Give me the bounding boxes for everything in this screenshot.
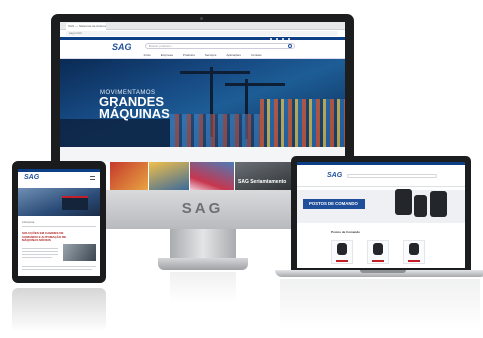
text-line bbox=[22, 269, 92, 270]
tablet-article-title: SOLUÇÕES EM CABINES DE COMANDO E AUTOMAÇ… bbox=[22, 231, 67, 242]
search-icon[interactable] bbox=[288, 44, 292, 48]
social-icons[interactable] bbox=[270, 37, 320, 40]
laptop-nav-bar bbox=[297, 183, 465, 187]
command-chair-image bbox=[395, 189, 412, 215]
nav-item[interactable]: Contato bbox=[251, 52, 262, 58]
search-input[interactable]: Buscar produtos... bbox=[145, 43, 295, 49]
tablet-small-heading: A Empresa bbox=[22, 221, 35, 224]
product-button[interactable] bbox=[408, 260, 420, 262]
feature-tile[interactable] bbox=[190, 162, 234, 190]
laptop-reflection bbox=[280, 279, 480, 329]
laptop-hero-banner: POSTOS DE COMANDO bbox=[303, 199, 365, 209]
tablet-article-image bbox=[63, 244, 96, 261]
command-chair-image bbox=[414, 195, 427, 217]
tablet-logo[interactable]: SAG bbox=[24, 174, 39, 181]
feature-tile[interactable] bbox=[110, 162, 148, 190]
monitor-camera-icon bbox=[200, 17, 203, 20]
product-chair-image bbox=[337, 243, 347, 255]
command-chair-image bbox=[430, 191, 447, 217]
monitor-stand-reflection bbox=[170, 272, 236, 302]
hero-title-line2: MÁQUINAS bbox=[99, 106, 170, 121]
monitor-stand-base bbox=[158, 258, 248, 270]
text-line bbox=[22, 266, 96, 267]
nav-item[interactable]: Produtos bbox=[183, 52, 195, 58]
main-navigation: Início Empresa Produtos Serviços Aplicaç… bbox=[60, 52, 345, 59]
feature-tile[interactable] bbox=[149, 162, 189, 190]
nav-item[interactable]: Aplicações bbox=[226, 52, 241, 58]
nav-item[interactable]: Início bbox=[144, 52, 151, 58]
tablet-header-bar bbox=[18, 169, 100, 172]
tablet-reflection bbox=[12, 288, 106, 332]
text-line bbox=[22, 254, 58, 255]
product-chair-image bbox=[373, 243, 383, 255]
feature-tile[interactable] bbox=[235, 162, 295, 190]
browser-tab[interactable]: SAG — Sistemas de Automação bbox=[66, 23, 106, 30]
tile-caption: SAG Seriamtamento bbox=[238, 179, 287, 185]
laptop-opening-notch bbox=[360, 270, 406, 273]
laptop-logo[interactable]: SAG bbox=[327, 172, 342, 179]
address-bar[interactable]: sag.ind.br bbox=[66, 31, 338, 36]
product-button[interactable] bbox=[372, 260, 384, 262]
nav-item[interactable]: Serviços bbox=[205, 52, 217, 58]
menu-icon[interactable] bbox=[90, 176, 95, 180]
tablet-hero-building bbox=[62, 196, 88, 210]
text-line bbox=[22, 257, 52, 258]
laptop-search-input[interactable] bbox=[347, 174, 437, 178]
product-button[interactable] bbox=[336, 260, 348, 262]
nav-item[interactable]: Empresa bbox=[161, 52, 173, 58]
site-logo[interactable]: SAG bbox=[112, 42, 132, 52]
laptop-header-bar bbox=[297, 162, 465, 165]
text-line bbox=[22, 251, 58, 252]
divider bbox=[22, 226, 96, 227]
laptop-section-title: Postos de Comando bbox=[331, 230, 361, 234]
product-chair-image bbox=[409, 243, 419, 255]
text-line bbox=[22, 248, 58, 249]
